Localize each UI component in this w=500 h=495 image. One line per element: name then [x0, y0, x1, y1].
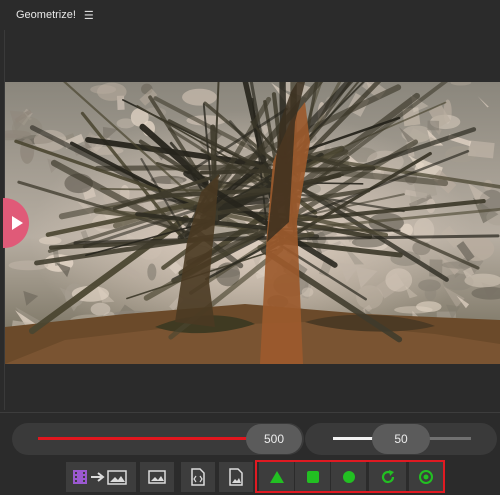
film-arrow-image-icon [73, 470, 127, 485]
triangle-icon [269, 471, 284, 483]
open-image-button[interactable] [140, 462, 174, 492]
target-icon [419, 470, 433, 484]
shapes-per-step-slider-thumb[interactable]: 50 [372, 424, 430, 454]
title-bar: Geometrize! ☰ [0, 0, 500, 30]
play-icon [11, 216, 23, 230]
refresh-icon [381, 470, 394, 484]
circle-shape-button[interactable] [331, 462, 366, 492]
hamburger-menu-icon[interactable]: ☰ [84, 9, 94, 22]
shape-count-slider-fill [38, 437, 258, 440]
shape-count-value: 500 [263, 432, 285, 446]
shape-count-slider-thumb[interactable]: 500 [246, 424, 302, 454]
square-icon [306, 471, 319, 483]
geometrized-tree-image [5, 82, 500, 364]
shapes-per-step-value: 50 [394, 432, 408, 446]
rectangle-shape-button[interactable] [295, 462, 330, 492]
triangle-shape-button[interactable] [259, 462, 294, 492]
video-to-image-button[interactable] [66, 462, 136, 492]
image-icon [148, 470, 166, 484]
circle-icon [342, 471, 355, 483]
save-image-button[interactable] [219, 462, 253, 492]
target-button[interactable] [409, 462, 443, 492]
code-file-icon [191, 468, 205, 486]
reset-button[interactable] [369, 462, 406, 492]
controls-separator [0, 412, 500, 413]
save-svg-button[interactable] [181, 462, 215, 492]
geometrized-image-canvas [5, 82, 500, 364]
image-file-icon [229, 468, 243, 486]
app-title: Geometrize! [16, 9, 76, 21]
